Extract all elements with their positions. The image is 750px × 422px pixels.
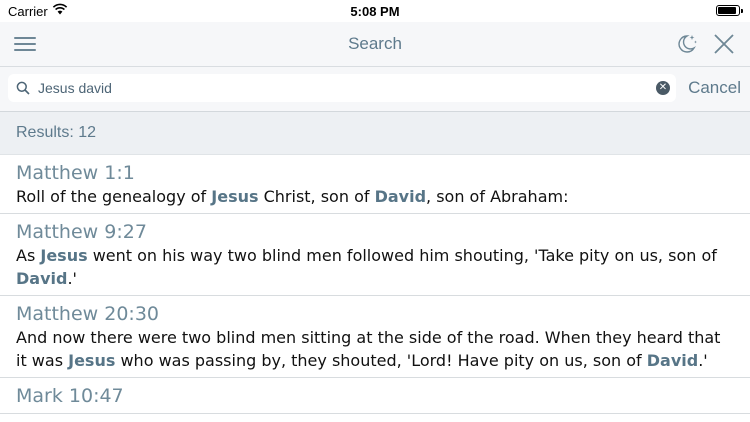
moon-stars-icon[interactable] <box>674 32 698 56</box>
highlighted-term: David <box>646 351 699 370</box>
result-item[interactable]: Matthew 20:30 And now there were two blin… <box>0 296 750 378</box>
search-bar: Jesus david ✕ Cancel <box>0 67 750 112</box>
search-icon <box>16 81 30 95</box>
status-bar: Carrier 5:08 PM <box>0 0 750 22</box>
result-item[interactable]: Matthew 9:27 As Jesus went on his way two… <box>0 214 750 296</box>
verse-text: Roll of the genealogy of Jesus Christ, s… <box>16 185 734 208</box>
verse-reference: Mark 10:47 <box>16 385 124 407</box>
cancel-button[interactable]: Cancel <box>688 78 741 98</box>
search-field-container[interactable]: Jesus david ✕ <box>8 74 676 102</box>
highlighted-term: David <box>16 269 68 288</box>
verse-reference: Matthew 1:1 <box>16 162 135 184</box>
clock: 5:08 PM <box>350 4 400 19</box>
search-input[interactable]: Jesus david <box>38 80 112 96</box>
result-item[interactable]: Mark 10:47 <box>0 378 750 414</box>
page-title: Search <box>348 34 402 53</box>
verse-text-segment: who was passing by, they shouted, 'Lord!… <box>115 351 647 370</box>
results-count: Results: 12 <box>16 124 97 141</box>
battery-icon <box>716 5 743 16</box>
verse-text-segment: Christ, son of <box>258 187 375 206</box>
verse-text-segment: Roll of the genealogy of <box>16 187 212 206</box>
verse-text-segment: As <box>16 246 41 265</box>
verse-reference: Matthew 20:30 <box>16 303 160 325</box>
verse-text: And now there were two blind men sitting… <box>16 326 734 372</box>
highlighted-term: David <box>374 187 427 206</box>
result-item[interactable]: Matthew 1:1 Roll of the genealogy of Jesu… <box>0 155 750 214</box>
highlighted-term: Jesus <box>211 187 259 206</box>
highlighted-term: Jesus <box>40 246 88 265</box>
verse-text-segment: .' <box>698 351 708 370</box>
clear-search-icon[interactable]: ✕ <box>656 81 670 95</box>
verse-text-segment: .' <box>67 269 77 288</box>
verse-reference: Matthew 9:27 <box>16 221 147 243</box>
verse-text: As Jesus went on his way two blind men f… <box>16 244 734 290</box>
verse-text-segment: went on his way two blind men followed h… <box>87 246 717 265</box>
highlighted-term: Jesus <box>68 351 116 370</box>
verse-text-segment: , son of Abraham: <box>426 187 569 206</box>
results-header: Results: 12 <box>0 112 750 155</box>
close-icon[interactable] <box>712 32 736 56</box>
results-list: Matthew 1:1 Roll of the genealogy of Jesu… <box>0 155 750 414</box>
navigation-bar: Search <box>0 22 750 67</box>
